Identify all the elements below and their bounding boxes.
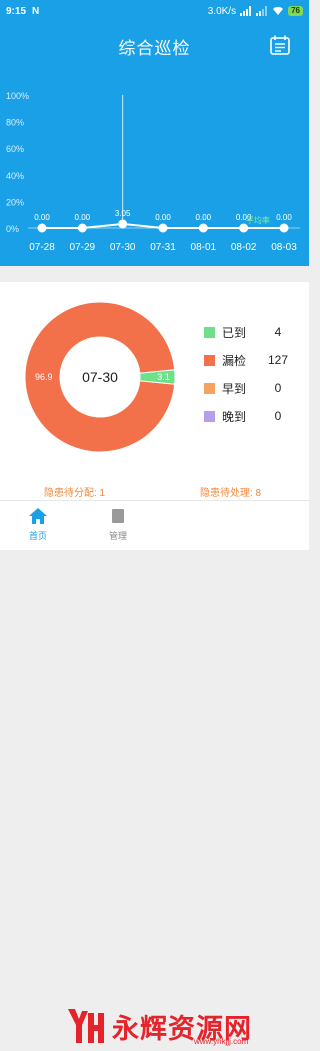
legend: 已到 4 漏检 127 早到 0 晚到 0	[204, 318, 304, 430]
x-tick-label: 07-31	[150, 242, 176, 253]
watermark: 永辉资源网 www.yhkjjj.com	[64, 1001, 252, 1051]
legend-value: 4	[274, 325, 282, 339]
bottom-nav: 首页 管理 永辉资源网 www.yhkjjj.com	[0, 500, 309, 1046]
status-right: 3.0K/s 76	[208, 6, 303, 17]
donut-card: 3.1 96.9 07-30 已到 4 漏检 127 早到 0 晚到 0	[0, 282, 309, 482]
line-chart-svg: 0% 20% 40% 60% 80% 100% 0.00 07-28 0.00 07-29 3.05…	[6, 91, 300, 253]
y-tick-label: 100%	[6, 91, 29, 101]
data-point[interactable]	[239, 223, 249, 233]
x-tick-label: 07-30	[110, 242, 136, 253]
data-label: 3.05	[115, 209, 131, 218]
donut-center-label: 07-30	[82, 369, 118, 385]
y-tick-label: 0%	[6, 224, 19, 234]
y-tick-label: 80%	[6, 118, 24, 128]
legend-label: 晚到	[222, 409, 247, 424]
x-tick-label: 08-03	[271, 242, 297, 253]
legend-row-missed: 漏检 127	[204, 346, 304, 374]
nav-manage[interactable]: 管理	[88, 507, 148, 542]
watermark-url: www.yhkjjj.com	[194, 1037, 249, 1046]
data-point[interactable]	[118, 219, 128, 229]
data-point[interactable]	[37, 223, 47, 233]
x-tick-label: 08-01	[191, 242, 217, 253]
legend-row-late: 晚到 0	[204, 402, 304, 430]
y-tick-label: 60%	[6, 144, 24, 154]
data-label: 0.00	[75, 213, 91, 222]
legend-value: 127	[267, 353, 289, 367]
nav-home[interactable]: 首页	[8, 507, 68, 542]
battery-icon: 76	[288, 6, 303, 16]
x-tick-label: 07-28	[29, 242, 55, 253]
pie-slice-label: 3.1	[157, 372, 170, 382]
page-title: 综合巡检	[118, 39, 191, 58]
legend-swatch	[204, 326, 215, 338]
legend-value: 0	[274, 381, 282, 395]
data-label: 0.00	[196, 213, 212, 222]
watermark-logo-icon	[68, 1009, 104, 1043]
legend-row-early: 早到 0	[204, 374, 304, 402]
y-tick-label: 20%	[6, 197, 24, 207]
network-speed: 3.0K/s	[207, 5, 237, 17]
signal2-icon	[256, 6, 268, 16]
series-legend-label: 平均率	[246, 215, 270, 225]
pie-slice-label: 96.9	[35, 372, 53, 382]
y-tick-label: 40%	[6, 171, 24, 181]
legend-label: 早到	[222, 381, 247, 396]
data-point[interactable]	[158, 223, 168, 233]
wifi-icon	[273, 6, 284, 16]
x-tick-label: 08-02	[231, 242, 257, 253]
donut-chart[interactable]: 3.1 96.9 07-30	[0, 282, 200, 482]
legend-swatch	[204, 354, 215, 366]
data-point[interactable]	[77, 223, 87, 233]
home-icon	[29, 508, 47, 524]
hazard-strip: 隐患待分配: 1 隐患待处理: 8	[0, 482, 309, 500]
pending-handle-text[interactable]: 隐患待处理: 8	[200, 484, 261, 499]
legend-value: 0	[274, 409, 282, 423]
notification-icon: N	[32, 5, 40, 17]
calendar-icon[interactable]	[269, 34, 291, 56]
legend-label: 漏检	[222, 353, 247, 368]
status-time: 9:15	[6, 5, 27, 17]
legend-label: 已到	[222, 325, 247, 340]
signal-icon	[240, 6, 252, 16]
manage-icon	[112, 509, 124, 523]
app-header: 综合巡检	[0, 22, 309, 70]
legend-row-arrived: 已到 4	[204, 318, 304, 346]
x-tick-label: 07-29	[70, 242, 96, 253]
data-point[interactable]	[198, 223, 208, 233]
pending-assign-text[interactable]: 隐患待分配: 1	[44, 484, 105, 499]
legend-swatch	[204, 382, 215, 394]
nav-manage-label: 管理	[108, 531, 127, 541]
status-bar: 9:15 N 3.0K/s 76	[0, 0, 309, 22]
data-label: 0.00	[276, 213, 292, 222]
data-label: 0.00	[155, 213, 171, 222]
legend-swatch	[204, 410, 215, 422]
line-chart[interactable]: 0% 20% 40% 60% 80% 100% 0.00 07-28 0.00 07-29 3.05…	[0, 70, 309, 266]
data-point[interactable]	[279, 223, 289, 233]
data-label: 0.00	[34, 213, 50, 222]
nav-home-label: 首页	[28, 531, 47, 541]
